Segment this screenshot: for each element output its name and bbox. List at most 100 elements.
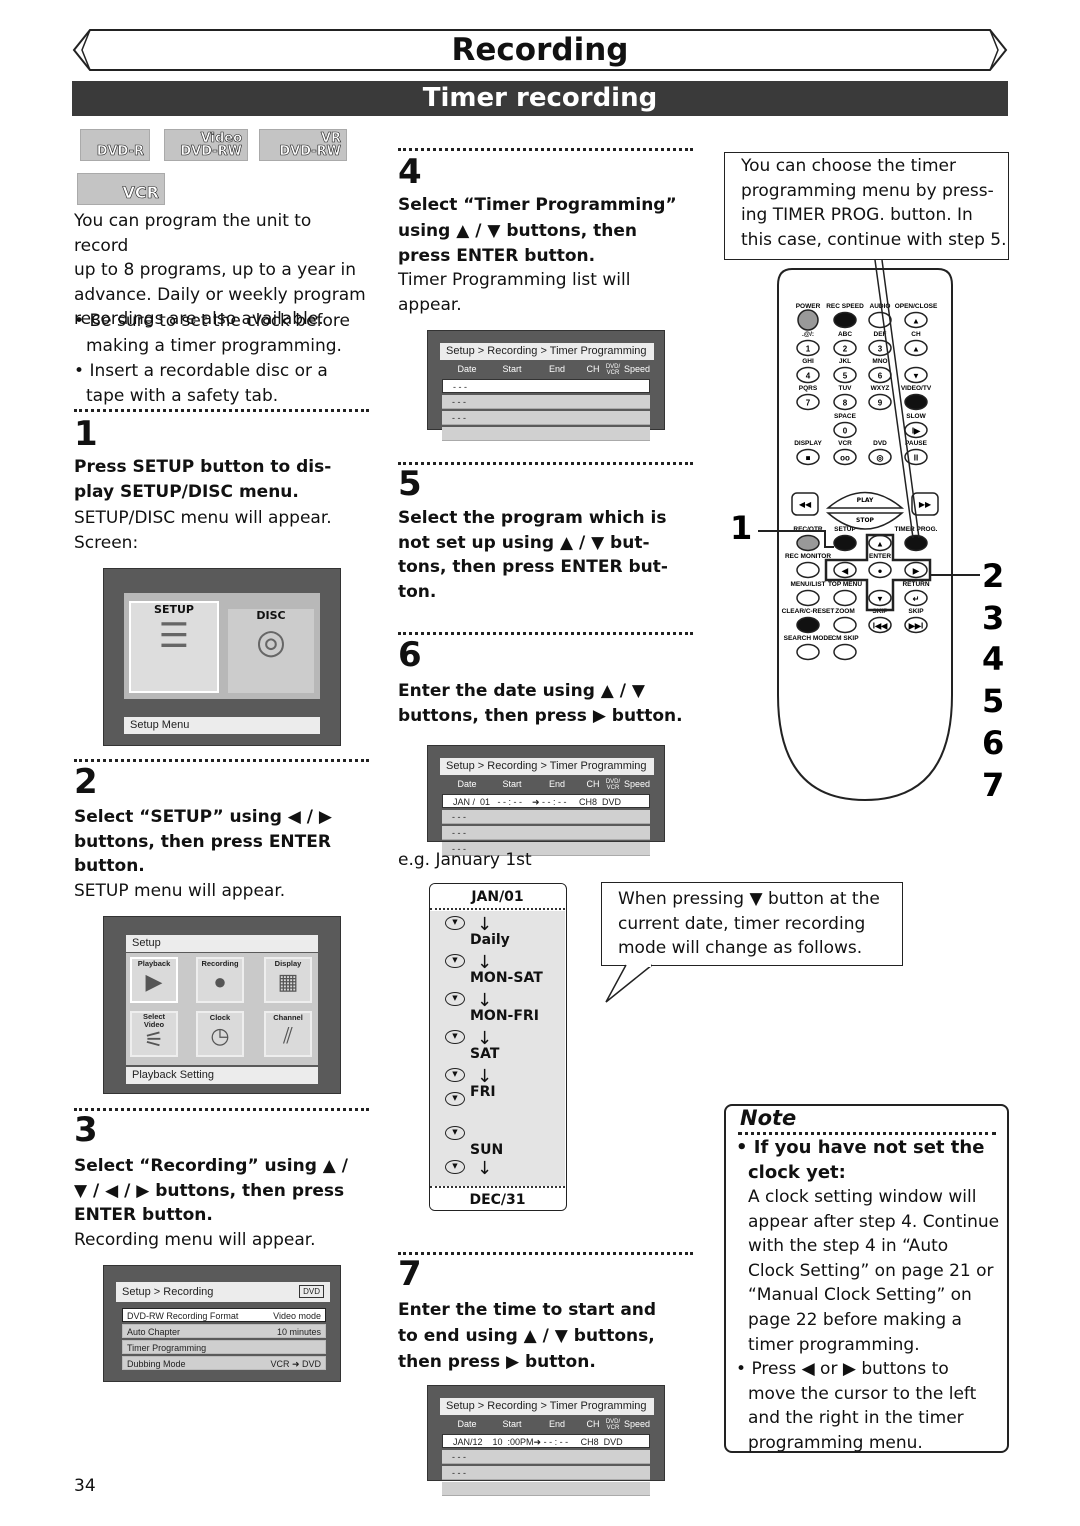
step-number: 6 [398, 635, 422, 675]
timer-row[interactable]: JAN/12 10 :00PM➜ - - : - - CH8 DVD [442, 1434, 650, 1448]
remote-button[interactable] [796, 534, 820, 552]
button-key-label: ● [878, 567, 883, 576]
down-arrow-button-icon: ▼ [445, 1030, 465, 1044]
screen-title: Setup > Recording DVD [116, 1282, 330, 1302]
step-instruction: Enter the date using ▲ / ▼ buttons, then… [398, 681, 683, 726]
setup-tab[interactable]: SETUP ☰ [129, 601, 219, 693]
status-bar: Playback Setting [126, 1067, 318, 1084]
callout-tail [605, 964, 653, 1003]
remote-button[interactable] [833, 534, 857, 552]
button-key-label: ◀ [841, 567, 849, 576]
tile-clock[interactable]: Clock ◷ [196, 1011, 244, 1057]
button-key-label: ▼ [912, 372, 920, 381]
column-header: Date [457, 1419, 477, 1429]
divider [398, 462, 693, 465]
remote-button-label: TIMER PROG. [895, 526, 938, 533]
button-key-label: 0 [843, 427, 848, 436]
remote-button[interactable] [796, 616, 820, 634]
remote-button[interactable] [833, 589, 857, 607]
example-label: e.g. January 1st [398, 850, 532, 870]
tile-playback[interactable]: Playback ▶ [130, 957, 178, 1003]
dvd-r-logo: DVD-R [80, 129, 150, 161]
menu-row[interactable]: Dubbing Mode VCR ➜ DVD [122, 1356, 326, 1370]
chapter-title: Recording [451, 32, 629, 68]
callout-number: 4 [982, 640, 1004, 678]
callout-number: 3 [982, 599, 1004, 637]
remote-button[interactable] [796, 589, 820, 607]
step-number: 5 [398, 464, 422, 504]
column-header: Speed [623, 364, 651, 374]
remote-button-label: CM SKIP [831, 635, 859, 642]
tile-select-video[interactable]: Select Video ⚟ [130, 1011, 178, 1057]
down-arrow-button-icon: ▼ [445, 1068, 465, 1082]
step-number: 3 [74, 1110, 98, 1150]
timer-row[interactable] [442, 427, 650, 441]
timer-row[interactable]: - - - [442, 810, 650, 824]
button-key-label: II [914, 454, 918, 463]
remote-button-label: VIDEO/TV [901, 385, 932, 392]
divider [74, 409, 369, 412]
remote-button-label: DISPLAY [794, 440, 822, 447]
flow-mode: FRI [470, 1084, 496, 1100]
button-key-label: ▲ [912, 345, 920, 354]
button-key-label: ◎ [877, 454, 884, 463]
timer-row[interactable]: - - - [442, 1466, 650, 1480]
fast-forward-icon: ▶▶ [919, 500, 932, 509]
recording-screen: Setup > Recording DVD DVD-RW Recording Fo… [103, 1265, 341, 1382]
remote-button[interactable] [796, 561, 820, 579]
column-header: CH [586, 1419, 600, 1429]
timer-row[interactable]: - - - [442, 411, 650, 425]
tile-recording[interactable]: Recording ● [196, 957, 244, 1003]
step-result: Timer Programming list will appear. [398, 270, 631, 315]
timer-row[interactable]: - - - [442, 826, 650, 840]
step-number: 2 [74, 762, 98, 802]
flow-mode: MON-FRI [470, 1008, 539, 1024]
column-header: Start [502, 364, 522, 374]
power-button[interactable] [797, 309, 819, 331]
timer-row[interactable] [442, 1482, 650, 1496]
menu-row[interactable]: DVD-RW Recording Format Video mode [122, 1308, 326, 1322]
timer-row[interactable]: - - - [442, 395, 650, 409]
flow-mode: SUN [470, 1142, 504, 1158]
menu-row[interactable]: Timer Programming [122, 1340, 326, 1354]
button-key-label: 7 [806, 399, 811, 408]
tile-display[interactable]: Display ▦ [264, 957, 312, 1003]
down-arrow-button-icon: ▼ [445, 954, 465, 968]
disc-tab[interactable]: DISC ◎ [228, 609, 314, 693]
column-headers: Date Start End CH DVD/VCR Speed [442, 364, 664, 376]
remote-button[interactable] [904, 393, 928, 411]
button-key-label: ↵ [913, 595, 920, 604]
column-header: CH [586, 364, 600, 374]
timer-row[interactable]: JAN / 01 - - : - - ➜ - - : - - CH8 DVD [442, 794, 650, 808]
remote-button-label: SKIP [908, 608, 924, 615]
remote-button[interactable] [833, 616, 857, 634]
remote-button-label: ABC [838, 331, 852, 338]
dvd-badge: DVD [299, 1285, 324, 1298]
setup-tools-icon: ☰ [158, 616, 190, 656]
menu-row[interactable]: Auto Chapter 10 minutes [122, 1324, 326, 1338]
tile-channel[interactable]: Channel ⫽ [264, 1011, 312, 1057]
note-title: Note [740, 1106, 797, 1130]
step-instruction: Select “Timer Programming” using ▲ / ▼ b… [398, 195, 677, 266]
remote-button[interactable] [868, 311, 892, 329]
callout-number: 6 [982, 724, 1004, 762]
remote-button[interactable] [833, 643, 857, 661]
remote-button[interactable] [904, 534, 928, 552]
timer-row[interactable]: - - - [442, 379, 650, 393]
remote-button-label: GHI [802, 358, 814, 365]
intro-bullet: • Insert a recordable disc or a tape wit… [74, 361, 328, 406]
dvd-rw-video-logo: Video DVD-RW [164, 129, 248, 161]
remote-button[interactable] [796, 643, 820, 661]
timer-row[interactable]: - - - [442, 1450, 650, 1464]
callout-text: When pressing ▼ button at the current da… [618, 889, 880, 959]
screen-title: Setup > Recording > Timer Programming [440, 758, 654, 775]
remote-button[interactable] [833, 311, 857, 329]
column-header: Speed [623, 779, 651, 789]
remote-button-label: WXYZ [871, 385, 890, 392]
note-item: • If you have not set the clock yet: A c… [736, 1137, 1000, 1453]
date-mode-flow: JAN/01 DEC/31 ▼ ↓ Daily ▼ ↓ MON-SAT ▼ ↓ MON-FRI ▼… [429, 883, 567, 1211]
button-key-label: 8 [843, 399, 848, 408]
record-icon: ● [213, 969, 227, 994]
screen-title: Setup > Recording > Timer Programming [440, 1398, 654, 1415]
button-key-label: ▼ [876, 595, 884, 604]
